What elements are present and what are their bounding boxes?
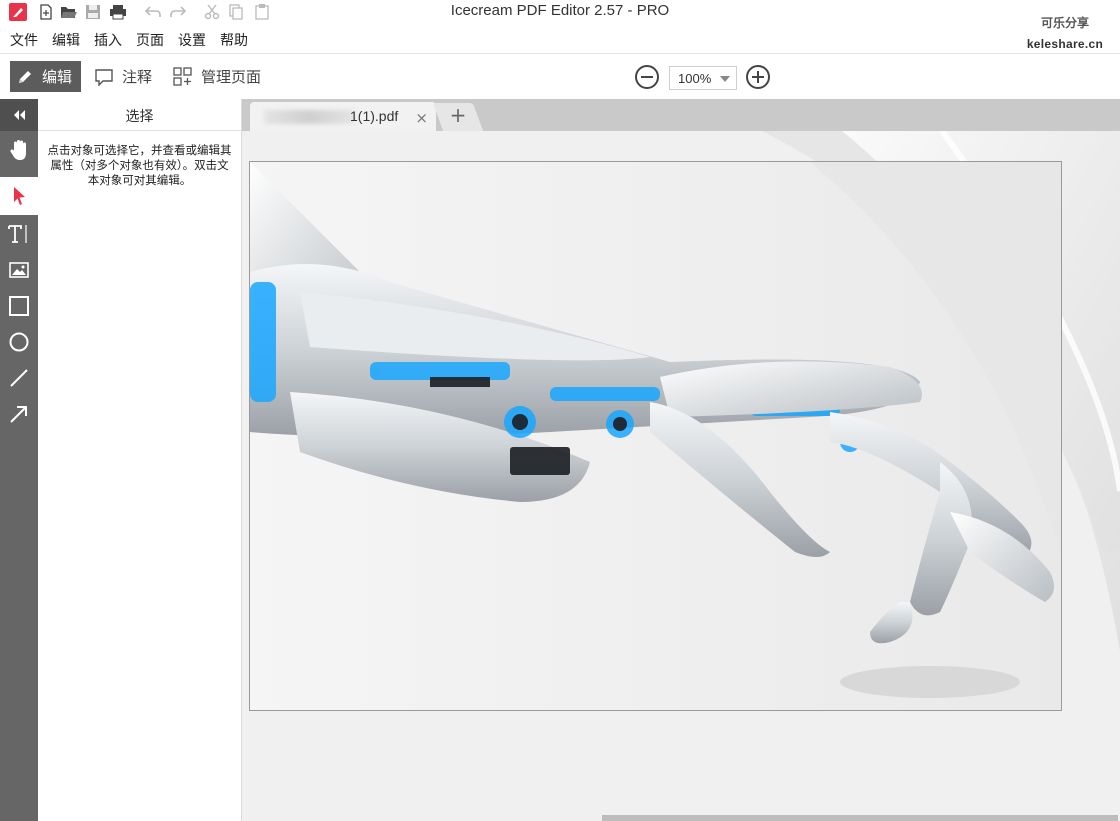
menu-help[interactable]: 帮助 [220, 26, 248, 52]
menu-page[interactable]: 页面 [136, 26, 164, 52]
properties-panel: 选择 点击对象可选择它，并查看或编辑其属性（对多个对象也有效）。双击文本对象可对… [38, 99, 242, 821]
robot-arm-image[interactable] [250, 162, 1062, 711]
annotate-mode-label: 注释 [122, 68, 153, 86]
select-tool-button[interactable] [0, 177, 38, 215]
tab-label-blurred [264, 110, 354, 124]
document-tabs: 1(1).pdf × + [242, 99, 1120, 131]
image-tool-icon [9, 262, 29, 278]
zoom-in-button[interactable] [746, 65, 770, 89]
manage-pages-label: 管理页面 [201, 68, 262, 86]
horizontal-scrollbar[interactable] [602, 815, 1118, 821]
watermark-line2: keleshare.cn [1026, 37, 1104, 51]
close-icon[interactable]: × [415, 109, 428, 127]
collapse-panel-button[interactable] [0, 99, 38, 131]
rectangle-tool-button[interactable] [0, 289, 38, 323]
window-title: Icecream PDF Editor 2.57 - PRO [450, 2, 670, 19]
hand-tool-button[interactable] [0, 133, 38, 167]
text-tool-icon [8, 225, 27, 243]
document-canvas[interactable] [242, 131, 1120, 821]
panel-title: 选择 [38, 99, 241, 131]
zoom-out-button[interactable] [635, 65, 659, 89]
tool-strip [0, 99, 38, 821]
annotate-mode-button[interactable]: 注释 [88, 61, 158, 92]
watermark: 可乐分享 keleshare.cn [1010, 10, 1120, 56]
menu-insert[interactable]: 插入 [94, 26, 122, 52]
arrow-tool-icon [10, 406, 27, 423]
panel-description: 点击对象可选择它，并查看或编辑其属性（对多个对象也有效）。双击文本对象可对其编辑… [47, 143, 232, 187]
menu-edit[interactable]: 编辑 [52, 26, 80, 52]
rectangle-tool-icon [9, 296, 29, 316]
zoom-value: 100% [678, 71, 712, 86]
arrow-tool-button[interactable] [0, 397, 38, 431]
hand-icon [10, 140, 26, 160]
pdf-page[interactable] [249, 161, 1062, 711]
main-toolbar: 编辑 注释 管理页面 100% [0, 53, 1120, 99]
app-window: Icecream PDF Editor 2.57 - PRO 可乐分享 kele… [0, 0, 1120, 821]
comment-icon [94, 68, 114, 86]
title-bar: Icecream PDF Editor 2.57 - PRO [0, 0, 1120, 26]
ellipse-tool-button[interactable] [0, 325, 38, 359]
tab-label: 1(1).pdf [350, 108, 399, 124]
zoom-select[interactable]: 100% [669, 66, 737, 90]
new-tab-button[interactable]: + [448, 103, 468, 131]
ellipse-tool-icon [9, 332, 29, 352]
menu-bar: 文件 编辑 插入 页面 设置 帮助 [0, 26, 252, 52]
document-tab[interactable]: 1(1).pdf × [250, 102, 436, 131]
edit-mode-label: 编辑 [42, 68, 73, 86]
text-tool-button[interactable] [0, 217, 38, 251]
chevron-down-icon [720, 76, 730, 82]
collapse-icon [14, 110, 25, 120]
watermark-line1: 可乐分享 [1040, 16, 1089, 30]
select-arrow-icon [14, 187, 25, 205]
pages-icon [173, 66, 193, 87]
menu-settings[interactable]: 设置 [178, 26, 206, 52]
line-tool-icon [10, 369, 28, 387]
line-tool-button[interactable] [0, 361, 38, 395]
edit-mode-button[interactable]: 编辑 [10, 61, 81, 92]
pencil-icon [16, 68, 34, 86]
manage-pages-button[interactable]: 管理页面 [167, 61, 267, 92]
menu-file[interactable]: 文件 [10, 26, 38, 52]
image-tool-button[interactable] [0, 253, 38, 287]
